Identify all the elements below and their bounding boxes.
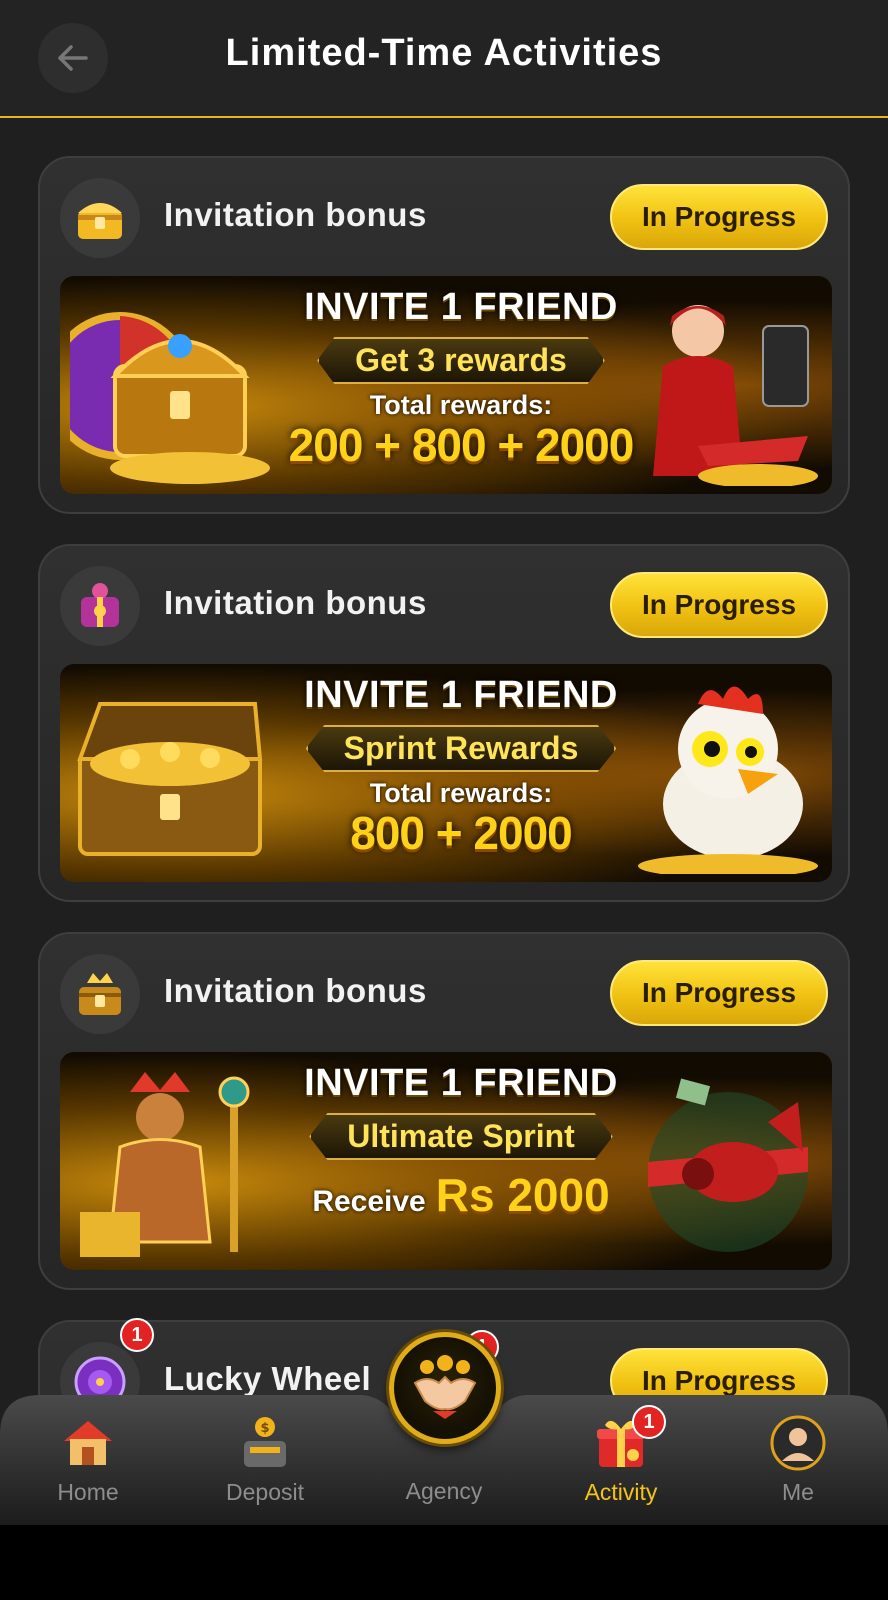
card-title: Invitation bonus xyxy=(164,972,427,1009)
banner-amount: 800 + 2000 xyxy=(350,807,573,859)
treasure-chest-icon xyxy=(60,178,140,258)
banner-receive: Receive Rs 2000 xyxy=(280,1168,642,1222)
gift-box-icon xyxy=(60,566,140,646)
crown-chest-icon xyxy=(60,954,140,1034)
nav-label: Home xyxy=(57,1479,119,1505)
page-title: Limited-Time Activities xyxy=(225,32,663,74)
in-progress-button[interactable]: In Progress xyxy=(610,184,828,250)
nav-agency-button[interactable] xyxy=(389,1332,501,1444)
nav-me[interactable]: Me xyxy=(728,1413,868,1506)
svg-text:$: $ xyxy=(260,1421,269,1436)
in-progress-button[interactable]: In Progress xyxy=(610,572,828,638)
banner-subtitle: Total rewards: xyxy=(369,778,553,808)
promo-banner[interactable]: INVITE 1 FRIEND Get 3 rewards Total rewa… xyxy=(60,276,832,494)
home-icon xyxy=(58,1413,118,1473)
nav-activity[interactable]: Activity xyxy=(551,1413,691,1506)
banner-amount: 200 + 800 + 2000 xyxy=(288,419,635,471)
chicken-illustration xyxy=(638,686,818,874)
nav-label: Agency xyxy=(405,1478,483,1504)
banner-headline: INVITE 1 FRIEND xyxy=(304,1062,618,1104)
notification-badge: 1 xyxy=(632,1405,666,1439)
activity-card-invitation-1[interactable]: Invitation bonus In Progress INVITE 1 FR… xyxy=(38,156,850,514)
card-title: Lucky Wheel xyxy=(164,1360,372,1397)
pilot-girl-illustration xyxy=(653,305,818,486)
nav-home[interactable]: Home xyxy=(18,1413,158,1506)
banner-subtitle: Total rewards: xyxy=(369,390,553,420)
banner-pill: Sprint Rewards xyxy=(305,725,617,772)
card-title: Invitation bonus xyxy=(164,584,427,621)
promo-banner[interactable]: INVITE 1 FRIEND Ultimate Sprint Receive R… xyxy=(60,1052,832,1270)
nav-label: Deposit xyxy=(226,1479,304,1505)
banner-pill: Get 3 rewards xyxy=(317,337,605,384)
treasure-wheel-icon xyxy=(70,312,270,484)
nav-deposit[interactable]: $ Deposit xyxy=(195,1413,335,1506)
profile-icon xyxy=(768,1413,828,1473)
promo-banner[interactable]: INVITE 1 FRIEND Sprint Rewards Total rew… xyxy=(60,664,832,882)
activity-card-invitation-2[interactable]: Invitation bonus In Progress INVITE 1 FR… xyxy=(38,544,850,902)
banner-headline: INVITE 1 FRIEND xyxy=(304,674,618,716)
system-bottom-area xyxy=(0,1525,888,1600)
card-title: Invitation bonus xyxy=(164,196,427,233)
in-progress-button[interactable]: In Progress xyxy=(610,960,828,1026)
banner-pill: Ultimate Sprint xyxy=(309,1113,613,1160)
receive-amount: Rs 2000 xyxy=(435,1169,610,1221)
handshake-icon xyxy=(413,1355,477,1419)
red-airplane-illustration xyxy=(648,1078,808,1252)
nav-label: Me xyxy=(782,1479,814,1505)
deposit-icon: $ xyxy=(235,1413,295,1473)
aztec-warrior-illustration xyxy=(80,1072,250,1257)
activity-card-invitation-3[interactable]: Invitation bonus In Progress INVITE 1 FR… xyxy=(38,932,850,1290)
top-bar: Limited-Time Activities xyxy=(0,0,888,118)
nav-label: Activity xyxy=(584,1479,658,1505)
coin-chest-illustration xyxy=(77,702,263,856)
banner-headline: INVITE 1 FRIEND xyxy=(304,286,618,328)
receive-label: Receive xyxy=(312,1185,426,1218)
notification-badge: 1 xyxy=(120,1318,154,1352)
